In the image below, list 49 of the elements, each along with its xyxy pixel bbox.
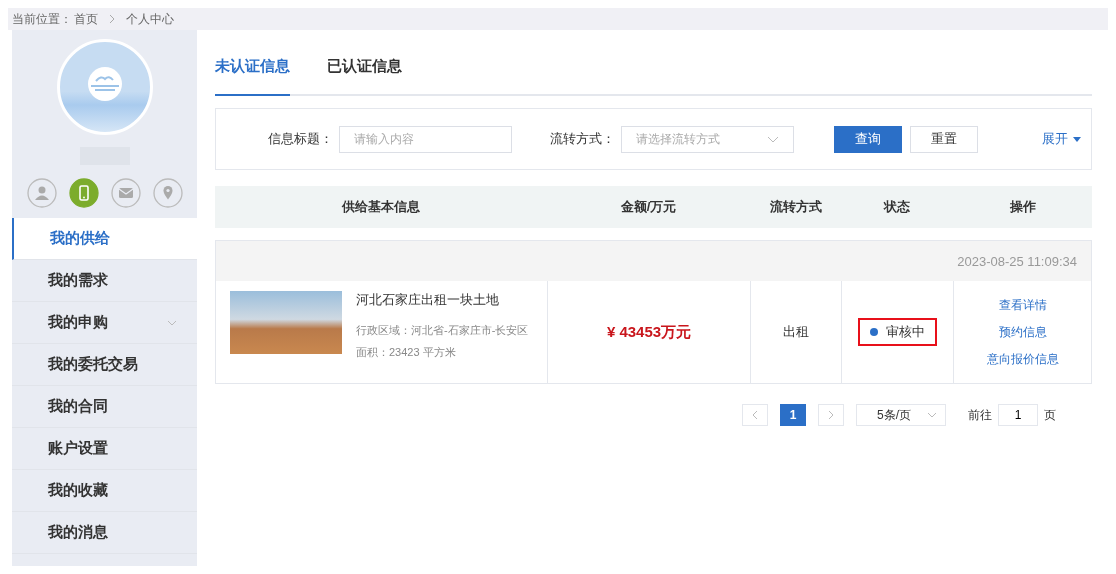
expand-link[interactable]: 展开: [1042, 130, 1081, 148]
goto-label: 前往: [968, 406, 992, 424]
sidebar-item[interactable]: 我的消息: [12, 512, 197, 554]
sidebar-item[interactable]: 我的申购: [12, 302, 197, 344]
previous-page-button[interactable]: [742, 404, 768, 426]
timestamp: 2023-08-25 11:09:34: [957, 253, 1077, 269]
sidebar-item[interactable]: 我的供给: [12, 218, 197, 260]
area-text: 面积：23423 平方米: [356, 345, 457, 360]
tab[interactable]: 已认证信息: [327, 57, 402, 96]
column-header: 金额/万元: [619, 198, 678, 216]
chevron-left-icon: [752, 410, 758, 420]
next-page-button[interactable]: [818, 404, 844, 426]
reset-button[interactable]: 重置: [910, 125, 978, 153]
chevron-down-icon: [167, 320, 177, 326]
sidebar-item[interactable]: 我的委托交易: [12, 344, 197, 386]
breadcrumb-link[interactable]: 个人中心: [126, 10, 174, 28]
sidebar-item[interactable]: 我的合同: [12, 386, 197, 428]
action-link[interactable]: 查看详情: [998, 296, 1047, 314]
field-label: 流转方式：: [550, 130, 615, 148]
action-link[interactable]: 预约信息: [998, 323, 1047, 341]
caret-down-icon: [1073, 136, 1081, 142]
chevron-right-icon: [828, 410, 834, 420]
listing-title[interactable]: 河北石家庄出租一块土地: [356, 291, 529, 309]
column-header: 供给基本信息: [340, 198, 421, 216]
page-unit-label: 页: [1044, 406, 1056, 424]
breadcrumb-link[interactable]: 首页: [74, 10, 98, 28]
title-input-field[interactable]: 请输入内容: [339, 125, 512, 153]
region-text: 行政区域：河北省-石家庄市-长安区: [356, 323, 529, 338]
sidebar-item[interactable]: 账户设置: [12, 428, 197, 470]
column-header: 操作: [1008, 198, 1037, 216]
chevron-right-icon: [108, 14, 116, 24]
action-link[interactable]: 意向报价信息: [986, 350, 1059, 368]
page-number-field[interactable]: 1: [998, 404, 1038, 426]
column-header: 状态: [882, 198, 911, 216]
page-size-select[interactable]: 5条/页: [856, 404, 946, 426]
chevron-down-icon: [767, 135, 779, 143]
chevron-down-icon: [927, 412, 937, 418]
mode-text: 出租: [783, 323, 809, 341]
search-button[interactable]: 查询: [834, 125, 902, 153]
breadcrumb-label: 当前位置：: [12, 10, 72, 28]
field-label: 信息标题：: [268, 130, 333, 148]
landscape-icon: [86, 66, 123, 102]
tab[interactable]: 未认证信息: [215, 57, 290, 96]
page-button[interactable]: 1: [780, 404, 806, 426]
sidebar-item[interactable]: 我的需求: [12, 260, 197, 302]
amount-text: ¥ 43453万元: [606, 322, 692, 342]
column-header: 流转方式: [768, 198, 823, 216]
status-text: 审核中: [886, 323, 925, 341]
sidebar-item[interactable]: 我的收藏: [12, 470, 197, 512]
